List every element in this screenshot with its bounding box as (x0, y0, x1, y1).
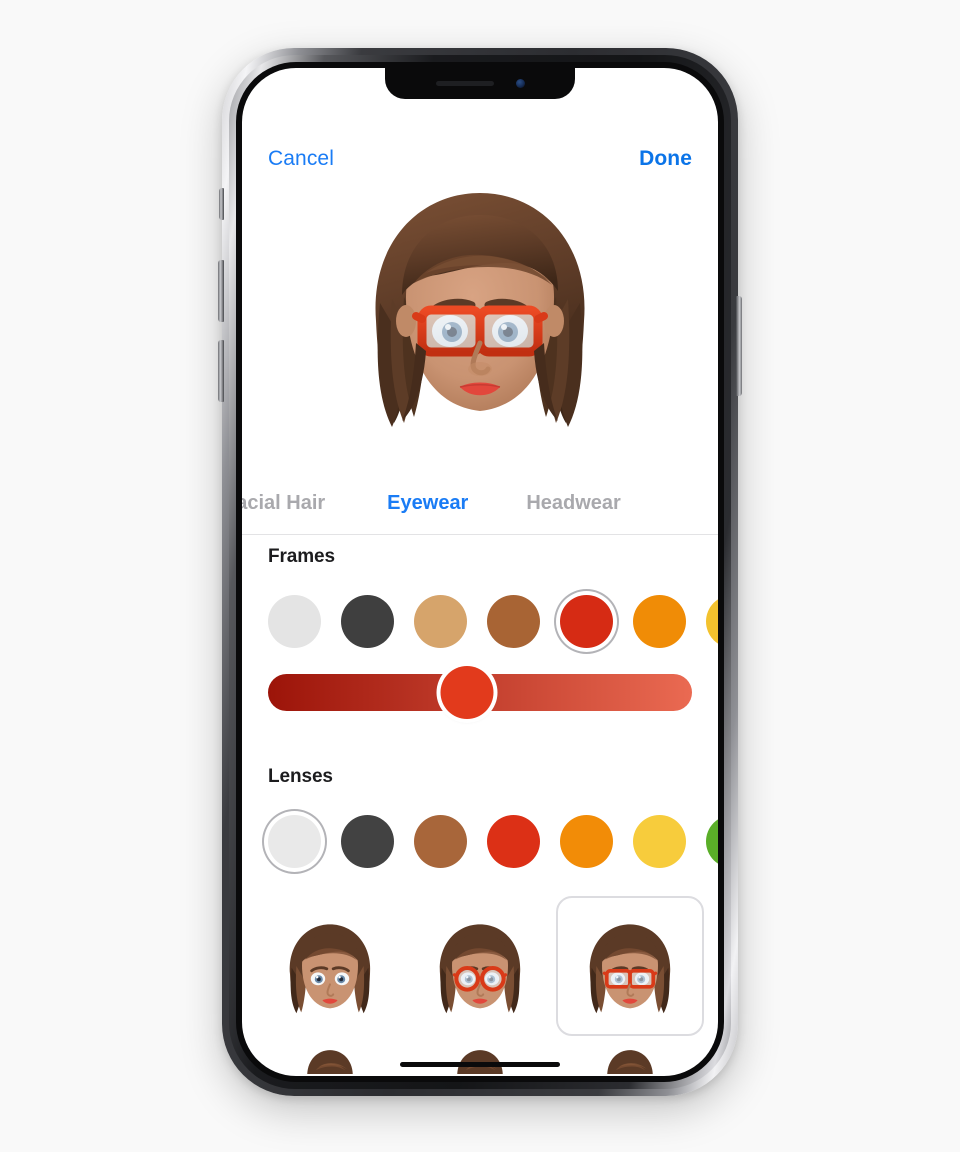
speaker-grille-icon (435, 81, 494, 86)
frames-swatch-brown[interactable] (487, 594, 540, 648)
tab-eyewear[interactable]: Eyewear (387, 492, 468, 515)
memoji-thumb-illustration (439, 924, 521, 1014)
volume-down-button[interactable] (218, 340, 224, 402)
frames-color-slider[interactable] (268, 666, 692, 719)
eyewear-style-none[interactable] (256, 896, 404, 1036)
frames-section-title: Frames (268, 546, 335, 567)
lenses-swatch-orange[interactable] (560, 814, 613, 868)
lenses-section-title: Lenses (268, 766, 333, 787)
iphone-device: Cancel Done cial Hair Eyewear Headwear F… (218, 48, 742, 1096)
frames-swatch-white[interactable] (268, 594, 321, 648)
tab-headwear[interactable]: Headwear (526, 492, 621, 515)
side-power-button[interactable] (736, 296, 742, 396)
tab-facial-hair[interactable]: Facial Hair (242, 492, 325, 515)
memoji-thumb-partial (307, 1050, 353, 1074)
phone-screen: Cancel Done cial Hair Eyewear Headwear F… (242, 68, 718, 1076)
notch (385, 68, 575, 99)
done-button[interactable]: Done (639, 147, 692, 171)
cancel-button[interactable]: Cancel (268, 147, 334, 171)
slider-thumb[interactable] (440, 666, 494, 719)
frames-swatch-orange[interactable] (633, 594, 686, 648)
eyewear-style-row (256, 896, 718, 1036)
memoji-thumb-illustration (589, 924, 671, 1014)
memoji-preview[interactable] (242, 156, 718, 476)
home-indicator[interactable] (400, 1062, 560, 1067)
eyewear-style-next-row-item[interactable] (256, 1044, 404, 1074)
eyewear-style-next-row-item[interactable] (406, 1044, 554, 1074)
category-tabbar: Facial Hair Eyewear Headwear (242, 472, 718, 534)
tabbar-divider (242, 534, 718, 535)
memoji-face-illustration (375, 193, 585, 427)
frames-swatch-charcoal[interactable] (341, 594, 394, 648)
volume-up-button[interactable] (218, 260, 224, 322)
frames-swatch-row (268, 590, 718, 652)
eyewear-style-square-red[interactable] (556, 896, 704, 1036)
eyewear-style-row-next (256, 1044, 718, 1074)
frames-swatch-yellow[interactable] (706, 594, 718, 648)
front-camera-icon (515, 79, 525, 88)
frames-swatch-red[interactable] (560, 594, 613, 648)
memoji-thumb-illustration (289, 924, 371, 1014)
lenses-swatch-brown[interactable] (414, 814, 467, 868)
lenses-swatch-clear[interactable] (268, 814, 321, 868)
lenses-swatch-red[interactable] (487, 814, 540, 868)
lenses-swatch-charcoal[interactable] (341, 814, 394, 868)
top-action-bar: Cancel Done (242, 144, 718, 174)
mute-switch-button[interactable] (219, 188, 224, 220)
eyewear-style-round-red[interactable] (406, 896, 554, 1036)
lenses-swatch-green[interactable] (706, 814, 718, 868)
frames-swatch-tan[interactable] (414, 594, 467, 648)
memoji-thumb-partial (457, 1050, 503, 1074)
eyewear-style-next-row-item[interactable] (556, 1044, 704, 1074)
memoji-thumb-partial (607, 1050, 653, 1074)
lenses-swatch-row (268, 810, 718, 872)
lenses-swatch-yellow[interactable] (633, 814, 686, 868)
